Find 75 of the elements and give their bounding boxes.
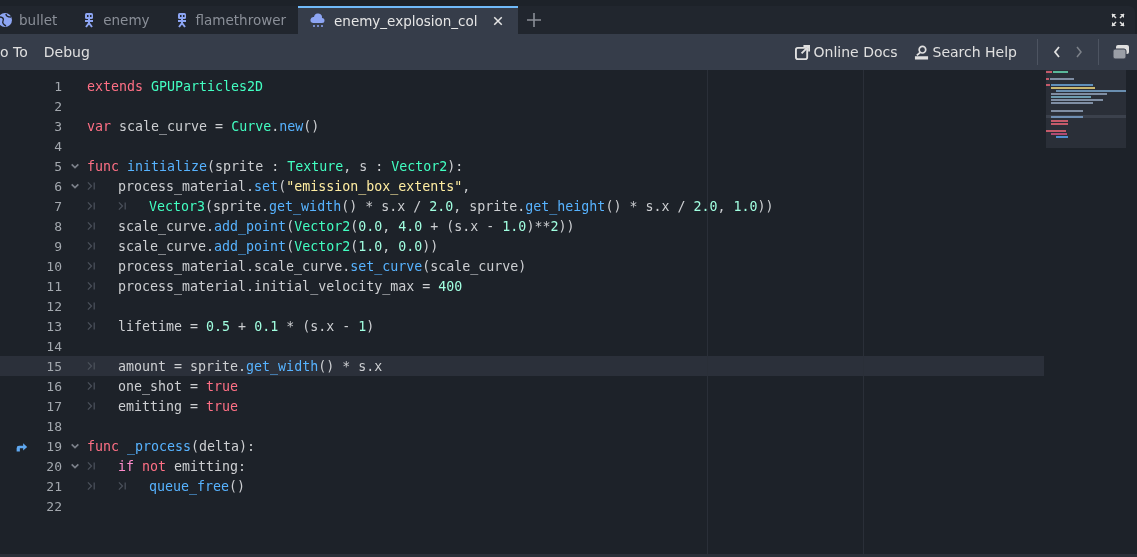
cloud-icon: [310, 13, 327, 29]
fold-chevron-icon[interactable]: [70, 161, 80, 171]
code-line: process_material.initial_velocity_max = 400: [118, 278, 463, 294]
add-tab-icon[interactable]: [525, 12, 542, 28]
line-number: 13: [45, 318, 62, 334]
tab[interactable]: enemy_explosion_col: [298, 6, 518, 34]
tab-marker-icon: [87, 240, 96, 252]
back-icon[interactable]: [1052, 44, 1062, 60]
line-number: 8: [53, 218, 62, 234]
tab-marker-icon: [87, 480, 96, 492]
line-number: 21: [45, 478, 62, 494]
code-line: process_material.scale_curve.set_curve(scale_curve): [118, 258, 527, 274]
line-number: 5: [53, 158, 62, 174]
code-line: scale_curve.add_point(Vector2(1.0, 0.0)): [118, 238, 439, 254]
forward-icon[interactable]: [1074, 44, 1084, 60]
code-line: var scale_curve = Curve.new(): [87, 118, 320, 134]
code-line: amount = sprite.get_width() * s.x: [118, 358, 383, 374]
code-line: extends GPUParticles2D: [87, 78, 264, 94]
line-number: 6: [53, 178, 62, 194]
line-number: 20: [45, 458, 62, 474]
fold-chevron-icon[interactable]: [70, 461, 80, 471]
line-number: 12: [45, 298, 62, 314]
code-line: one_shot = true: [118, 378, 239, 394]
line-number: 17: [45, 398, 62, 414]
tab-marker-icon: [118, 480, 127, 492]
menu-item[interactable]: Debug: [43, 40, 90, 64]
code-line: Vector3(sprite.get_width() * s.x / 2.0, sprite.get_height() * s.x / 2.0, 1.0)): [149, 198, 774, 214]
code-line: if not emitting:: [118, 458, 247, 474]
tab-marker-icon: [87, 400, 96, 412]
help-button[interactable]: Online Docs: [794, 44, 898, 60]
fold-chevron-icon[interactable]: [70, 181, 80, 191]
code-line: func _process(delta):: [87, 438, 256, 454]
help-button[interactable]: Search Help: [913, 44, 1017, 60]
code-line: emitting = true: [118, 398, 239, 414]
tab-marker-icon: [87, 220, 96, 232]
tab-marker-icon: [87, 360, 96, 372]
tab-marker-icon: [87, 260, 96, 272]
line-number: 2: [53, 98, 62, 114]
tab-marker-icon: [87, 380, 96, 392]
line-number: 18: [45, 418, 62, 434]
line-number: 10: [45, 258, 62, 274]
line-number: 11: [45, 278, 62, 294]
fullscreen-icon[interactable]: [1111, 13, 1125, 27]
code-line: scale_curve.add_point(Vector2(0.0, 4.0 + (s.x - 1.0)**2)): [118, 218, 575, 234]
menu-item[interactable]: o To: [0, 40, 28, 64]
tab[interactable]: enemy: [69, 6, 162, 34]
close-icon[interactable]: [491, 15, 504, 27]
line-number: 7: [53, 198, 62, 214]
code-line: lifetime = 0.5 + 0.1 * (s.x - 1): [118, 318, 375, 334]
external-link-icon: [794, 44, 810, 60]
tab-marker-icon: [87, 180, 96, 192]
line-number: 14: [45, 338, 62, 354]
code-line: func initialize(sprite : Texture, s : Vector2):: [87, 158, 464, 174]
fold-chevron-icon[interactable]: [70, 441, 80, 451]
tab-marker-icon: [87, 300, 96, 312]
line-number: 15: [45, 358, 62, 374]
tab-marker-icon: [87, 320, 96, 332]
magnifier-doc-icon: [913, 44, 929, 60]
tab-marker-icon: [118, 200, 127, 212]
windows-icon[interactable]: [1113, 45, 1129, 59]
minimap-drawing[interactable]: [1046, 70, 1126, 148]
line-number: 1: [53, 78, 62, 94]
line-number: 4: [53, 138, 62, 154]
tab-marker-icon: [87, 200, 96, 212]
line-number: 3: [53, 118, 62, 134]
line-number: 22: [45, 498, 62, 514]
tab-marker-icon: [87, 460, 96, 472]
tab[interactable]: flamethrower: [161, 6, 299, 34]
tab-marker-icon: [87, 280, 96, 292]
line-number: 19: [45, 438, 62, 454]
code-line: process_material.set("emission_box_extents",: [118, 178, 471, 194]
tab[interactable]: bullet: [0, 6, 70, 34]
line-number: 9: [53, 238, 62, 254]
line-number: 16: [45, 378, 62, 394]
code-line: queue_free(): [149, 478, 246, 494]
